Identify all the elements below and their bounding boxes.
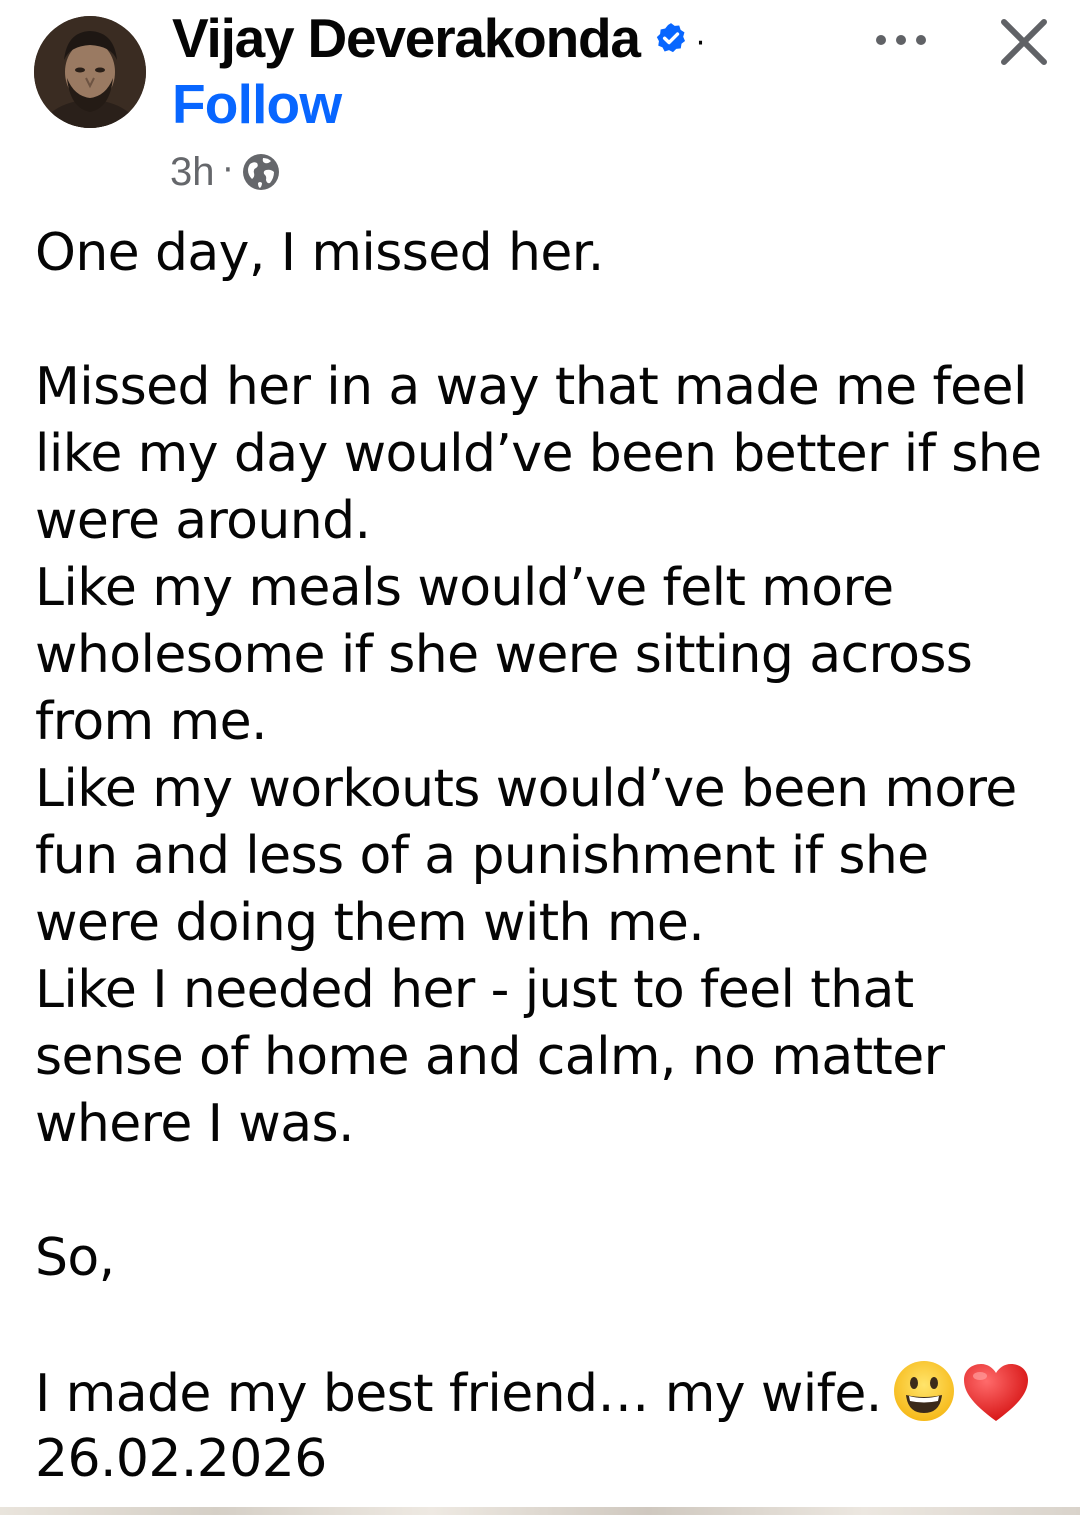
post-line: Missed her in a way that made me feel (35, 357, 1027, 417)
post-line: So, (35, 1228, 115, 1288)
closing-text: I made my best friend… my wife. (35, 1364, 882, 1424)
post-line: One day, I missed her. (35, 223, 604, 283)
post-line: were doing them with me. (35, 893, 705, 953)
more-options-icon (876, 35, 926, 45)
post-line-closing: I made my best friend… my wife. (35, 1359, 1055, 1426)
meta-separator: · (222, 150, 234, 190)
globe-icon[interactable] (241, 152, 281, 192)
post-line: fun and less of a punishment if she (35, 826, 929, 886)
verified-badge-icon (654, 21, 688, 55)
post-line: Like my meals would’ve felt more (35, 558, 894, 618)
post-line: wholesome if she were sitting across (35, 625, 973, 685)
bottom-edge (0, 1507, 1080, 1515)
close-button[interactable] (994, 12, 1054, 72)
author-name[interactable]: Vijay Deverakonda (172, 6, 641, 70)
avatar-photo-icon (34, 16, 146, 128)
post-text: One day, I missed her. Missed her in a w… (35, 220, 1055, 1493)
post-line: sense of home and calm, no matter (35, 1027, 945, 1087)
post-line: Like I needed her - just to feel that (35, 960, 914, 1020)
author-row: Vijay Deverakonda · (172, 2, 705, 74)
follow-button[interactable]: Follow (172, 72, 342, 136)
post-line: Like my workouts would’ve been more (35, 759, 1017, 819)
red-heart-emoji-icon (960, 1361, 1032, 1425)
close-icon (1001, 19, 1047, 65)
post-line: like my day would’ve been better if she (35, 424, 1042, 484)
name-separator: · (695, 26, 706, 61)
more-options-button[interactable] (866, 20, 936, 60)
post-date-line: 26.02.2026 (35, 1429, 327, 1489)
post-line: from me. (35, 692, 268, 752)
author-avatar[interactable] (34, 16, 146, 128)
post-timestamp[interactable]: 3h (170, 150, 215, 195)
post-line: were around. (35, 491, 371, 551)
post-card: Vijay Deverakonda · Follow 3h · One day,… (0, 0, 1080, 1515)
post-line: where I was. (35, 1094, 355, 1154)
post-meta: 3h · (170, 148, 281, 196)
grinning-face-emoji-icon (892, 1359, 956, 1423)
